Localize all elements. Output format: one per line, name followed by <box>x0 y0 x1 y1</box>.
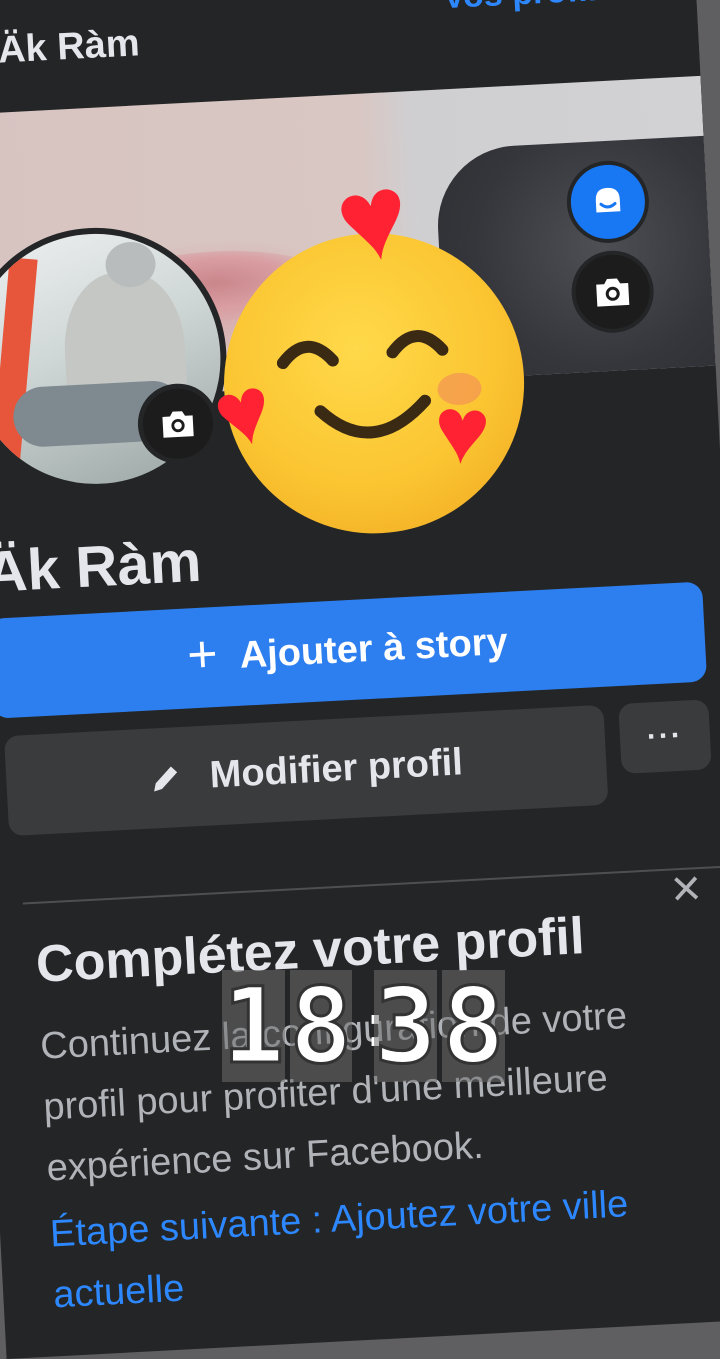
profile-screen: Äk Ràm Vos profils <box>0 0 720 1359</box>
divider <box>22 865 720 905</box>
profile-name: Äk Ràm <box>0 528 203 605</box>
clock-digit: 1 <box>221 965 287 1087</box>
edit-profile-label: Modifier profil <box>208 740 464 796</box>
clock-digit: 8 <box>440 965 506 1087</box>
camera-icon <box>162 411 194 438</box>
header-link[interactable]: Vos profils <box>442 0 617 17</box>
camera-icon <box>596 278 630 307</box>
avatar-icon <box>595 187 621 213</box>
add-to-story-label: Ajouter à story <box>238 620 509 677</box>
clock-separator: : <box>357 991 393 1061</box>
plus-icon: + <box>185 624 220 685</box>
header-title: Äk Ràm <box>0 22 141 72</box>
close-icon[interactable]: × <box>669 859 702 919</box>
clock-digit: 8 <box>288 965 354 1087</box>
time-overlay: 1 8 : 3 8 <box>221 965 506 1087</box>
heart-icon: ♥ <box>431 376 493 486</box>
more-icon: ··· <box>646 718 684 754</box>
pencil-icon <box>149 760 185 796</box>
edit-profile-button[interactable]: Modifier profil <box>4 704 609 837</box>
add-to-story-button[interactable]: + Ajouter à story <box>0 581 708 719</box>
more-options-button[interactable]: ··· <box>618 699 712 774</box>
clock-digit: 3 <box>373 965 439 1087</box>
